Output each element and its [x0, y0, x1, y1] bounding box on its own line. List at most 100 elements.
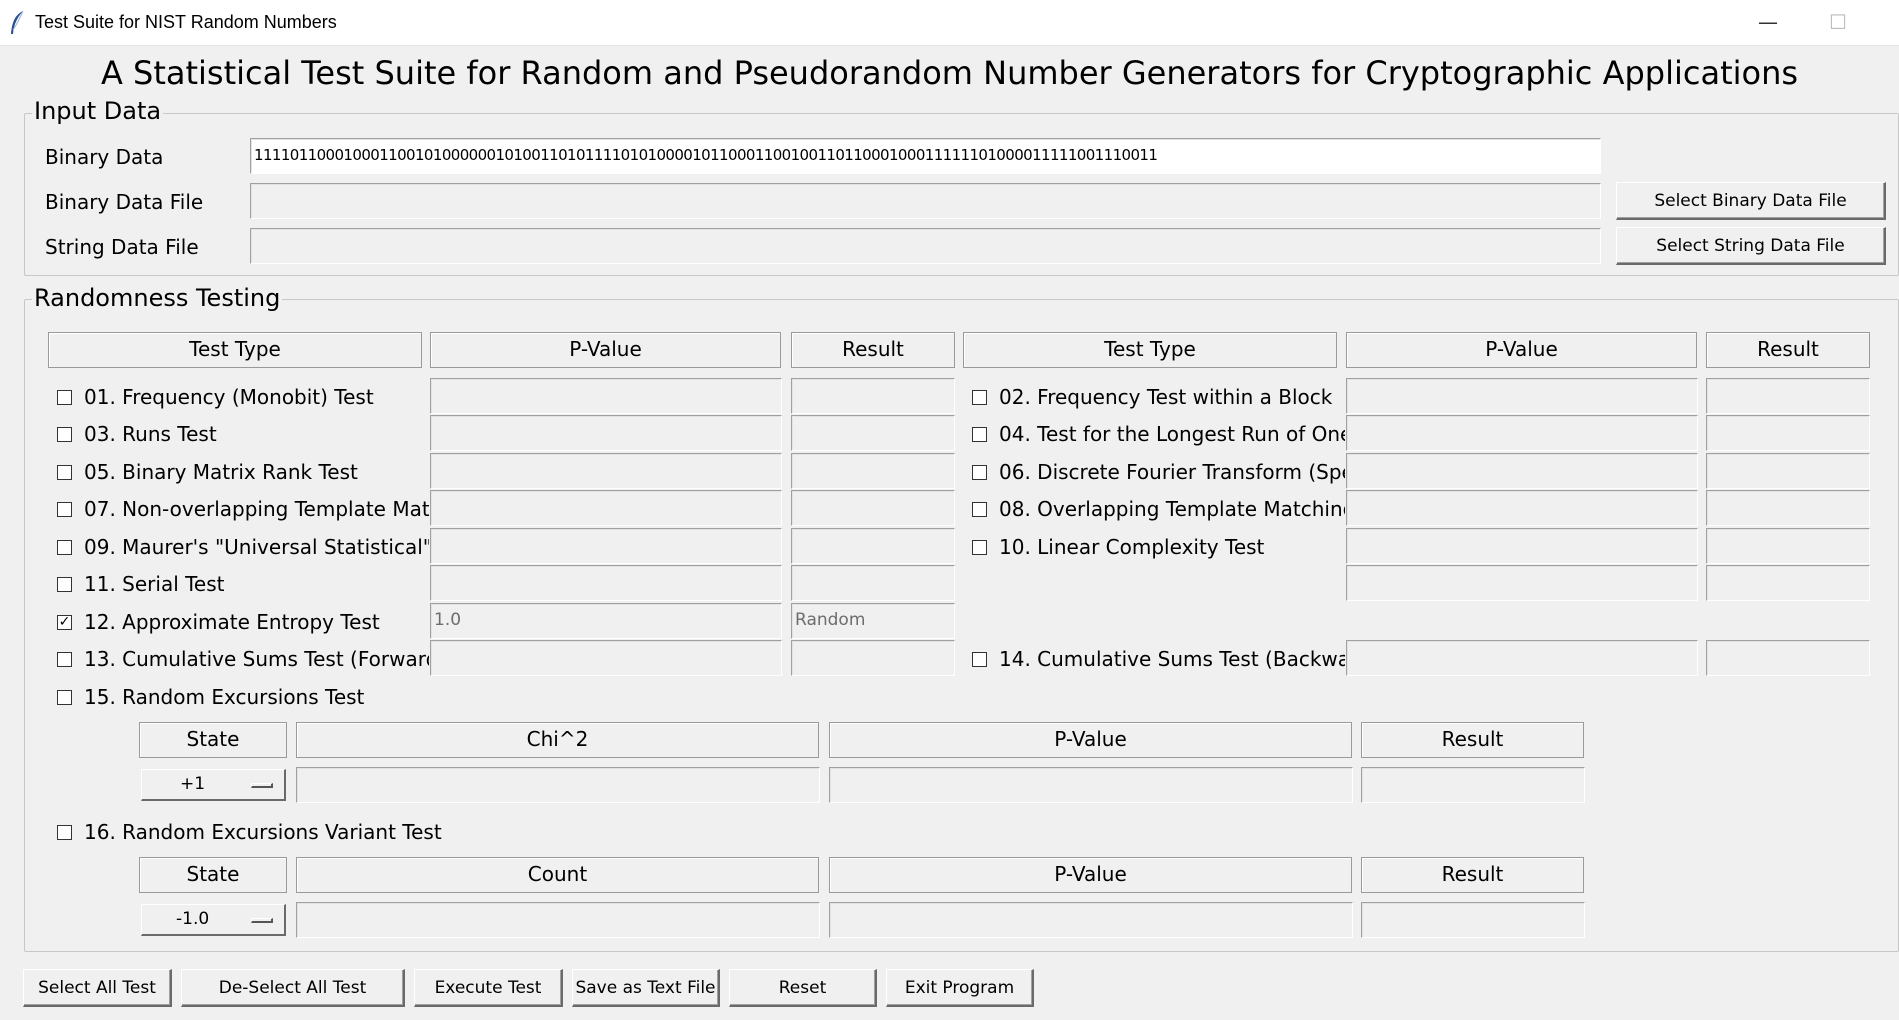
- test-10-checkbox[interactable]: [972, 540, 987, 555]
- test-09-pvalue[interactable]: [430, 528, 782, 564]
- window-title: Test Suite for NIST Random Numbers: [35, 12, 337, 32]
- excursions-header-result: Result: [1361, 722, 1584, 758]
- test-15-checkbox[interactable]: [57, 690, 72, 705]
- test-03-pvalue[interactable]: [430, 415, 782, 451]
- select-string-file-button[interactable]: Select String Data File: [1616, 227, 1886, 265]
- test-05-checkbox[interactable]: [57, 465, 72, 480]
- deselect-all-button[interactable]: De-Select All Test: [181, 969, 405, 1007]
- test-01-pvalue[interactable]: [430, 378, 782, 414]
- test-08-pvalue[interactable]: [1346, 490, 1698, 526]
- execute-button[interactable]: Execute Test: [414, 969, 563, 1007]
- test-07-pvalue[interactable]: [430, 490, 782, 526]
- variant-count-field[interactable]: [296, 902, 820, 938]
- test-10-result[interactable]: [1706, 528, 1870, 564]
- test-02-pvalue[interactable]: [1346, 378, 1698, 414]
- header-result-left: Result: [791, 332, 955, 368]
- test-01-checkbox[interactable]: [57, 390, 72, 405]
- select-all-button[interactable]: Select All Test: [23, 969, 172, 1007]
- test-06-pvalue[interactable]: [1346, 453, 1698, 489]
- test-10-pvalue[interactable]: [1346, 528, 1698, 564]
- test-13-result[interactable]: [791, 640, 955, 676]
- test-05-result[interactable]: [791, 453, 955, 489]
- variant-header-pvalue: P-Value: [829, 857, 1352, 893]
- test-01-label: 01. Frequency (Monobit) Test: [84, 385, 374, 409]
- binary-data-file-input[interactable]: [250, 183, 1601, 219]
- exit-button[interactable]: Exit Program: [886, 969, 1034, 1007]
- reset-button[interactable]: Reset: [729, 969, 877, 1007]
- variant-header-result: Result: [1361, 857, 1584, 893]
- test-06-checkbox[interactable]: [972, 465, 987, 480]
- test-06-label: 06. Discrete Fourier Transform (Spectral…: [999, 460, 1345, 484]
- test-08-label: 08. Overlapping Template Matching Test: [999, 497, 1345, 521]
- variant-header-state: State: [139, 857, 287, 893]
- header-pvalue-right: P-Value: [1346, 332, 1697, 368]
- minimize-button[interactable]: —: [1748, 8, 1788, 38]
- excursions-header-chi2: Chi^2: [296, 722, 819, 758]
- excursions-chi2-field[interactable]: [296, 767, 820, 803]
- test-13-checkbox[interactable]: [57, 652, 72, 667]
- test-12-pvalue[interactable]: 1.0: [430, 603, 782, 639]
- test-09-result[interactable]: [791, 528, 955, 564]
- test-04-pvalue[interactable]: [1346, 415, 1698, 451]
- binary-data-input[interactable]: 1111011000100011001010000001010011010111…: [250, 138, 1601, 174]
- excursions-dropdown-indicator-icon: [251, 783, 273, 788]
- test-11-label: 11. Serial Test: [84, 572, 225, 596]
- test-07-checkbox[interactable]: [57, 502, 72, 517]
- test-14-checkbox[interactable]: [972, 652, 987, 667]
- test-16-checkbox[interactable]: [57, 825, 72, 840]
- maximize-button[interactable]: ☐: [1818, 8, 1858, 38]
- test-05-label: 05. Binary Matrix Rank Test: [84, 460, 358, 484]
- test-11-extra-pvalue[interactable]: [1346, 565, 1698, 601]
- header-test-type-left: Test Type: [48, 332, 422, 368]
- test-15-label: 15. Random Excursions Test: [84, 685, 365, 709]
- variant-result-field[interactable]: [1361, 902, 1585, 938]
- select-binary-file-button[interactable]: Select Binary Data File: [1616, 182, 1886, 220]
- test-11-result[interactable]: [791, 565, 955, 601]
- binary-data-file-label: Binary Data File: [45, 190, 204, 214]
- excursions-header-pvalue: P-Value: [829, 722, 1352, 758]
- test-08-result[interactable]: [1706, 490, 1870, 526]
- test-04-result[interactable]: [1706, 415, 1870, 451]
- test-03-result[interactable]: [791, 415, 955, 451]
- app-feather-icon: [8, 10, 26, 36]
- test-04-checkbox[interactable]: [972, 427, 987, 442]
- test-02-label: 02. Frequency Test within a Block: [999, 385, 1333, 409]
- test-07-label: 07. Non-overlapping Template Matching Te…: [84, 497, 429, 521]
- excursions-pvalue-field[interactable]: [829, 767, 1353, 803]
- excursions-result-field[interactable]: [1361, 767, 1585, 803]
- test-04-label: 04. Test for the Longest Run of Ones in …: [999, 422, 1345, 446]
- string-data-file-label: String Data File: [45, 235, 199, 259]
- test-16-label: 16. Random Excursions Variant Test: [84, 820, 442, 844]
- test-08-checkbox[interactable]: [972, 502, 987, 517]
- input-data-legend: Input Data: [32, 97, 164, 125]
- test-14-result[interactable]: [1706, 640, 1870, 676]
- header-result-right: Result: [1706, 332, 1870, 368]
- test-11-extra-result[interactable]: [1706, 565, 1870, 601]
- test-03-label: 03. Runs Test: [84, 422, 217, 446]
- string-data-file-input[interactable]: [250, 228, 1601, 264]
- test-12-checkbox[interactable]: ✓: [57, 615, 72, 630]
- test-11-checkbox[interactable]: [57, 577, 72, 592]
- test-09-checkbox[interactable]: [57, 540, 72, 555]
- variant-dropdown-indicator-icon: [251, 918, 273, 923]
- test-05-pvalue[interactable]: [430, 453, 782, 489]
- test-13-pvalue[interactable]: [430, 640, 782, 676]
- test-12-result[interactable]: Random: [791, 603, 955, 639]
- test-10-label: 10. Linear Complexity Test: [999, 535, 1265, 559]
- save-text-file-button[interactable]: Save as Text File: [572, 969, 720, 1007]
- header-test-type-right: Test Type: [963, 332, 1337, 368]
- test-14-label: 14. Cumulative Sums Test (Backward): [999, 647, 1345, 671]
- test-01-result[interactable]: [791, 378, 955, 414]
- test-03-checkbox[interactable]: [57, 427, 72, 442]
- test-14-pvalue[interactable]: [1346, 640, 1698, 676]
- test-12-label: 12. Approximate Entropy Test: [84, 610, 380, 634]
- test-02-checkbox[interactable]: [972, 390, 987, 405]
- binary-data-label: Binary Data: [45, 145, 164, 169]
- test-02-result[interactable]: [1706, 378, 1870, 414]
- test-07-result[interactable]: [791, 490, 955, 526]
- variant-pvalue-field[interactable]: [829, 902, 1353, 938]
- test-06-result[interactable]: [1706, 453, 1870, 489]
- excursions-header-state: State: [139, 722, 287, 758]
- test-11-pvalue[interactable]: [430, 565, 782, 601]
- variant-header-count: Count: [296, 857, 819, 893]
